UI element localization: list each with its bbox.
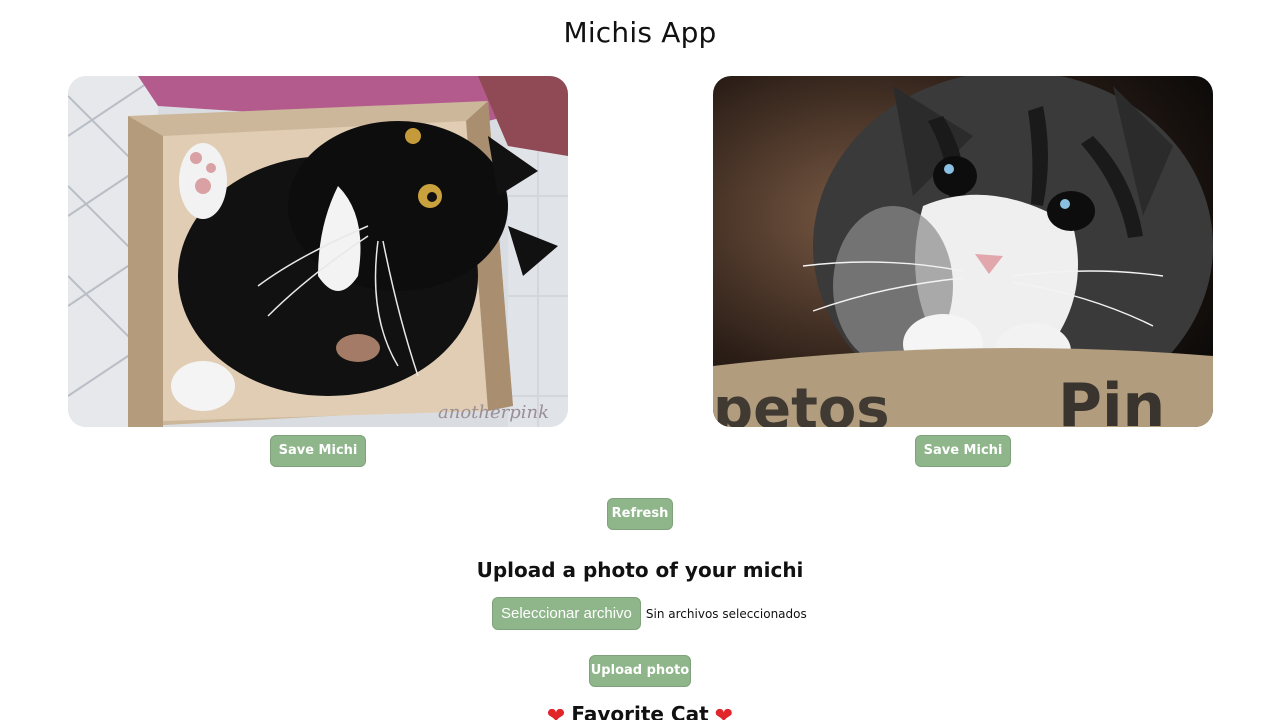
heart-icon: ❤ xyxy=(714,704,734,720)
save-michi-button-1[interactable]: Save Michi xyxy=(269,435,367,467)
random-cat-card-1: anotherpink Save Michi xyxy=(68,76,568,467)
random-cat-card-2: petos Pin Save Michi xyxy=(713,76,1213,467)
photo-watermark: anotherpink xyxy=(438,402,549,423)
heart-icon: ❤ xyxy=(546,704,566,720)
favorites-title-text: Favorite Cat xyxy=(571,702,709,720)
svg-text:Pin: Pin xyxy=(1058,371,1165,427)
upload-photo-button[interactable]: Upload photo xyxy=(589,655,691,687)
cat-photo-2: petos Pin xyxy=(713,76,1213,427)
select-file-button[interactable]: Seleccionar archivo xyxy=(492,597,641,630)
save-wrap-1: Save Michi xyxy=(68,435,568,467)
page: Michis App anotherpink Save Michi petos … xyxy=(0,0,1280,720)
cat-photo-1: anotherpink xyxy=(68,76,568,427)
refresh-button[interactable]: Refresh xyxy=(607,498,673,530)
svg-text:petos: petos xyxy=(713,377,890,427)
save-wrap-2: Save Michi xyxy=(713,435,1213,467)
file-input-row: Seleccionar archivo Sin archivos selecci… xyxy=(492,597,807,630)
app-title: Michis App xyxy=(563,16,717,49)
file-status-text: Sin archivos seleccionados xyxy=(645,606,807,621)
favorites-section-title: ❤ Favorite Cat ❤ xyxy=(0,702,1280,720)
upload-section-title: Upload a photo of your michi xyxy=(476,558,804,582)
save-michi-button-2[interactable]: Save Michi xyxy=(914,435,1012,467)
